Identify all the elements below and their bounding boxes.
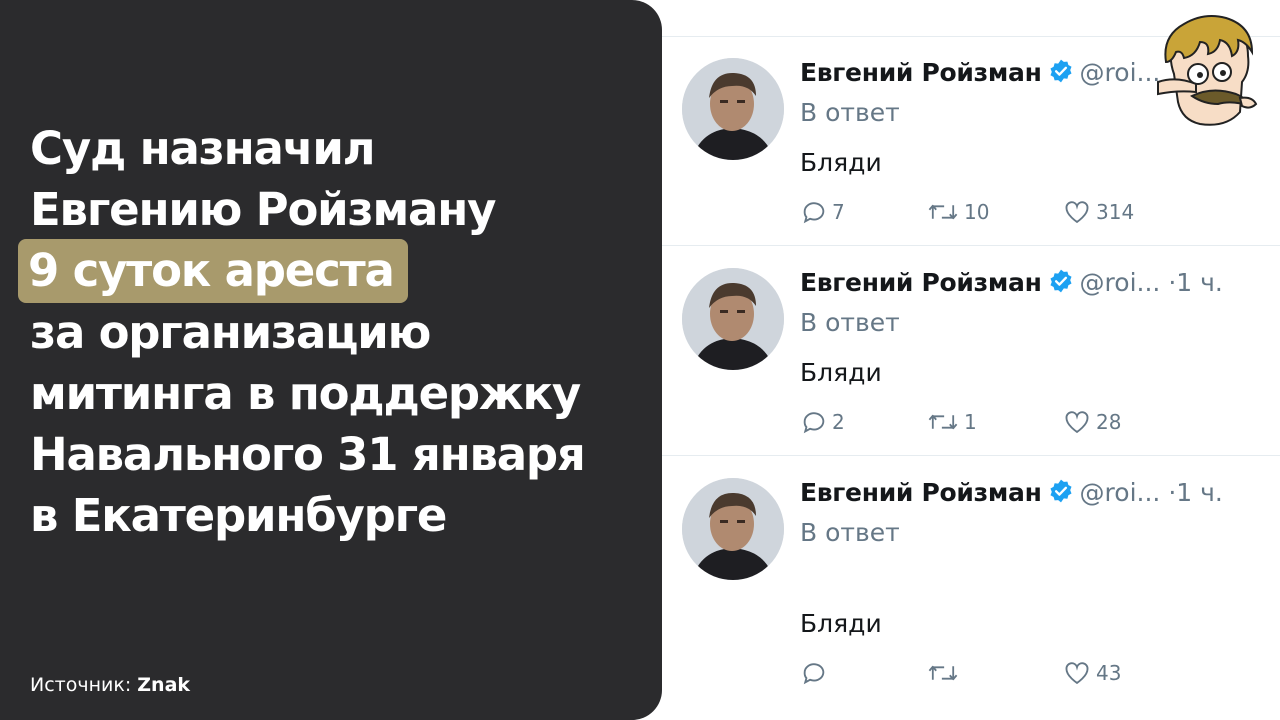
tweet-actions: 2 1 28	[800, 407, 1260, 437]
avatar[interactable]	[682, 58, 784, 160]
author-name[interactable]: Евгений Ройзман	[800, 478, 1042, 507]
tweet-text: Бляди	[800, 148, 882, 177]
retweet-icon	[928, 414, 958, 430]
author-handle[interactable]: @roi...	[1080, 478, 1161, 507]
reply-context: В ответ	[800, 98, 900, 127]
headline-line: Навального 31 января	[30, 428, 586, 481]
tweet-text: Бляди	[800, 609, 882, 638]
verified-badge-icon	[1048, 58, 1074, 93]
reply-context: В ответ	[800, 308, 900, 337]
reply-count: 7	[832, 200, 845, 224]
source-credit: Источник: Znak	[30, 672, 190, 698]
retweet-count: 10	[964, 200, 990, 224]
tweet-header: Евгений Ройзман @roi...	[800, 56, 1160, 90]
like-button[interactable]: 28	[1062, 407, 1121, 437]
retweet-count: 1	[964, 410, 977, 434]
mascot-logo	[1156, 12, 1260, 130]
retweet-icon	[928, 665, 958, 681]
headline-line: Евгению Ройзману	[30, 183, 496, 236]
reply-button[interactable]: 2	[800, 407, 845, 437]
tweet-header: Евгений Ройзман @roi... ·1 ч.	[800, 266, 1223, 300]
author-handle[interactable]: @roi...	[1080, 268, 1161, 297]
reply-button[interactable]	[800, 658, 832, 688]
tweet[interactable]: Евгений Ройзман @roi... ·1 ч. В ответ Бля…	[662, 266, 1280, 476]
reply-icon	[803, 412, 825, 434]
reply-button[interactable]: 7	[800, 197, 845, 227]
headline-line: Суд назначил	[30, 122, 376, 175]
avatar[interactable]	[682, 268, 784, 370]
like-count: 314	[1096, 200, 1135, 224]
headline: Суд назначил Евгению Ройзману 9 суток ар…	[18, 118, 650, 546]
author-handle[interactable]: @roi...	[1080, 58, 1161, 87]
like-count: 28	[1096, 410, 1122, 434]
retweet-icon	[928, 204, 958, 220]
author-name[interactable]: Евгений Ройзман	[800, 268, 1042, 297]
tweet[interactable]: Евгений Ройзман @roi... ·1 ч. В ответ Бля…	[662, 476, 1280, 706]
tweet-actions: 43	[800, 658, 1260, 688]
reply-icon	[803, 202, 825, 224]
like-count: 43	[1096, 661, 1122, 685]
reply-context: В ответ	[800, 518, 900, 547]
like-button[interactable]: 43	[1062, 658, 1121, 688]
reply-count: 2	[832, 410, 845, 434]
avatar[interactable]	[682, 478, 784, 580]
like-icon	[1065, 201, 1089, 224]
headline-panel: Суд назначил Евгению Ройзману 9 суток ар…	[0, 0, 662, 720]
headline-highlight: 9 суток ареста	[18, 239, 408, 303]
tweet-time[interactable]: ·1 ч.	[1168, 268, 1223, 297]
headline-line: за организацию	[30, 306, 431, 359]
tweet-header: Евгений Ройзман @roi... ·1 ч.	[800, 476, 1223, 510]
source-label: Источник:	[30, 674, 132, 696]
headline-line: в Екатеринбурге	[30, 489, 447, 542]
tweet-actions: 7 10 314	[800, 197, 1260, 227]
verified-badge-icon	[1048, 478, 1074, 513]
tweet-time[interactable]: ·1 ч.	[1168, 478, 1223, 507]
like-button[interactable]: 314	[1062, 197, 1134, 227]
retweet-button[interactable]	[926, 658, 964, 688]
tweet-text: Бляди	[800, 358, 882, 387]
like-icon	[1065, 411, 1089, 434]
retweet-button[interactable]: 10	[926, 197, 989, 227]
headline-line: митинга в поддержку	[30, 367, 581, 420]
source-name: Znak	[137, 674, 191, 696]
author-name[interactable]: Евгений Ройзман	[800, 58, 1042, 87]
like-icon	[1065, 662, 1089, 685]
reply-icon	[803, 663, 825, 685]
retweet-button[interactable]: 1	[926, 407, 977, 437]
verified-badge-icon	[1048, 268, 1074, 303]
